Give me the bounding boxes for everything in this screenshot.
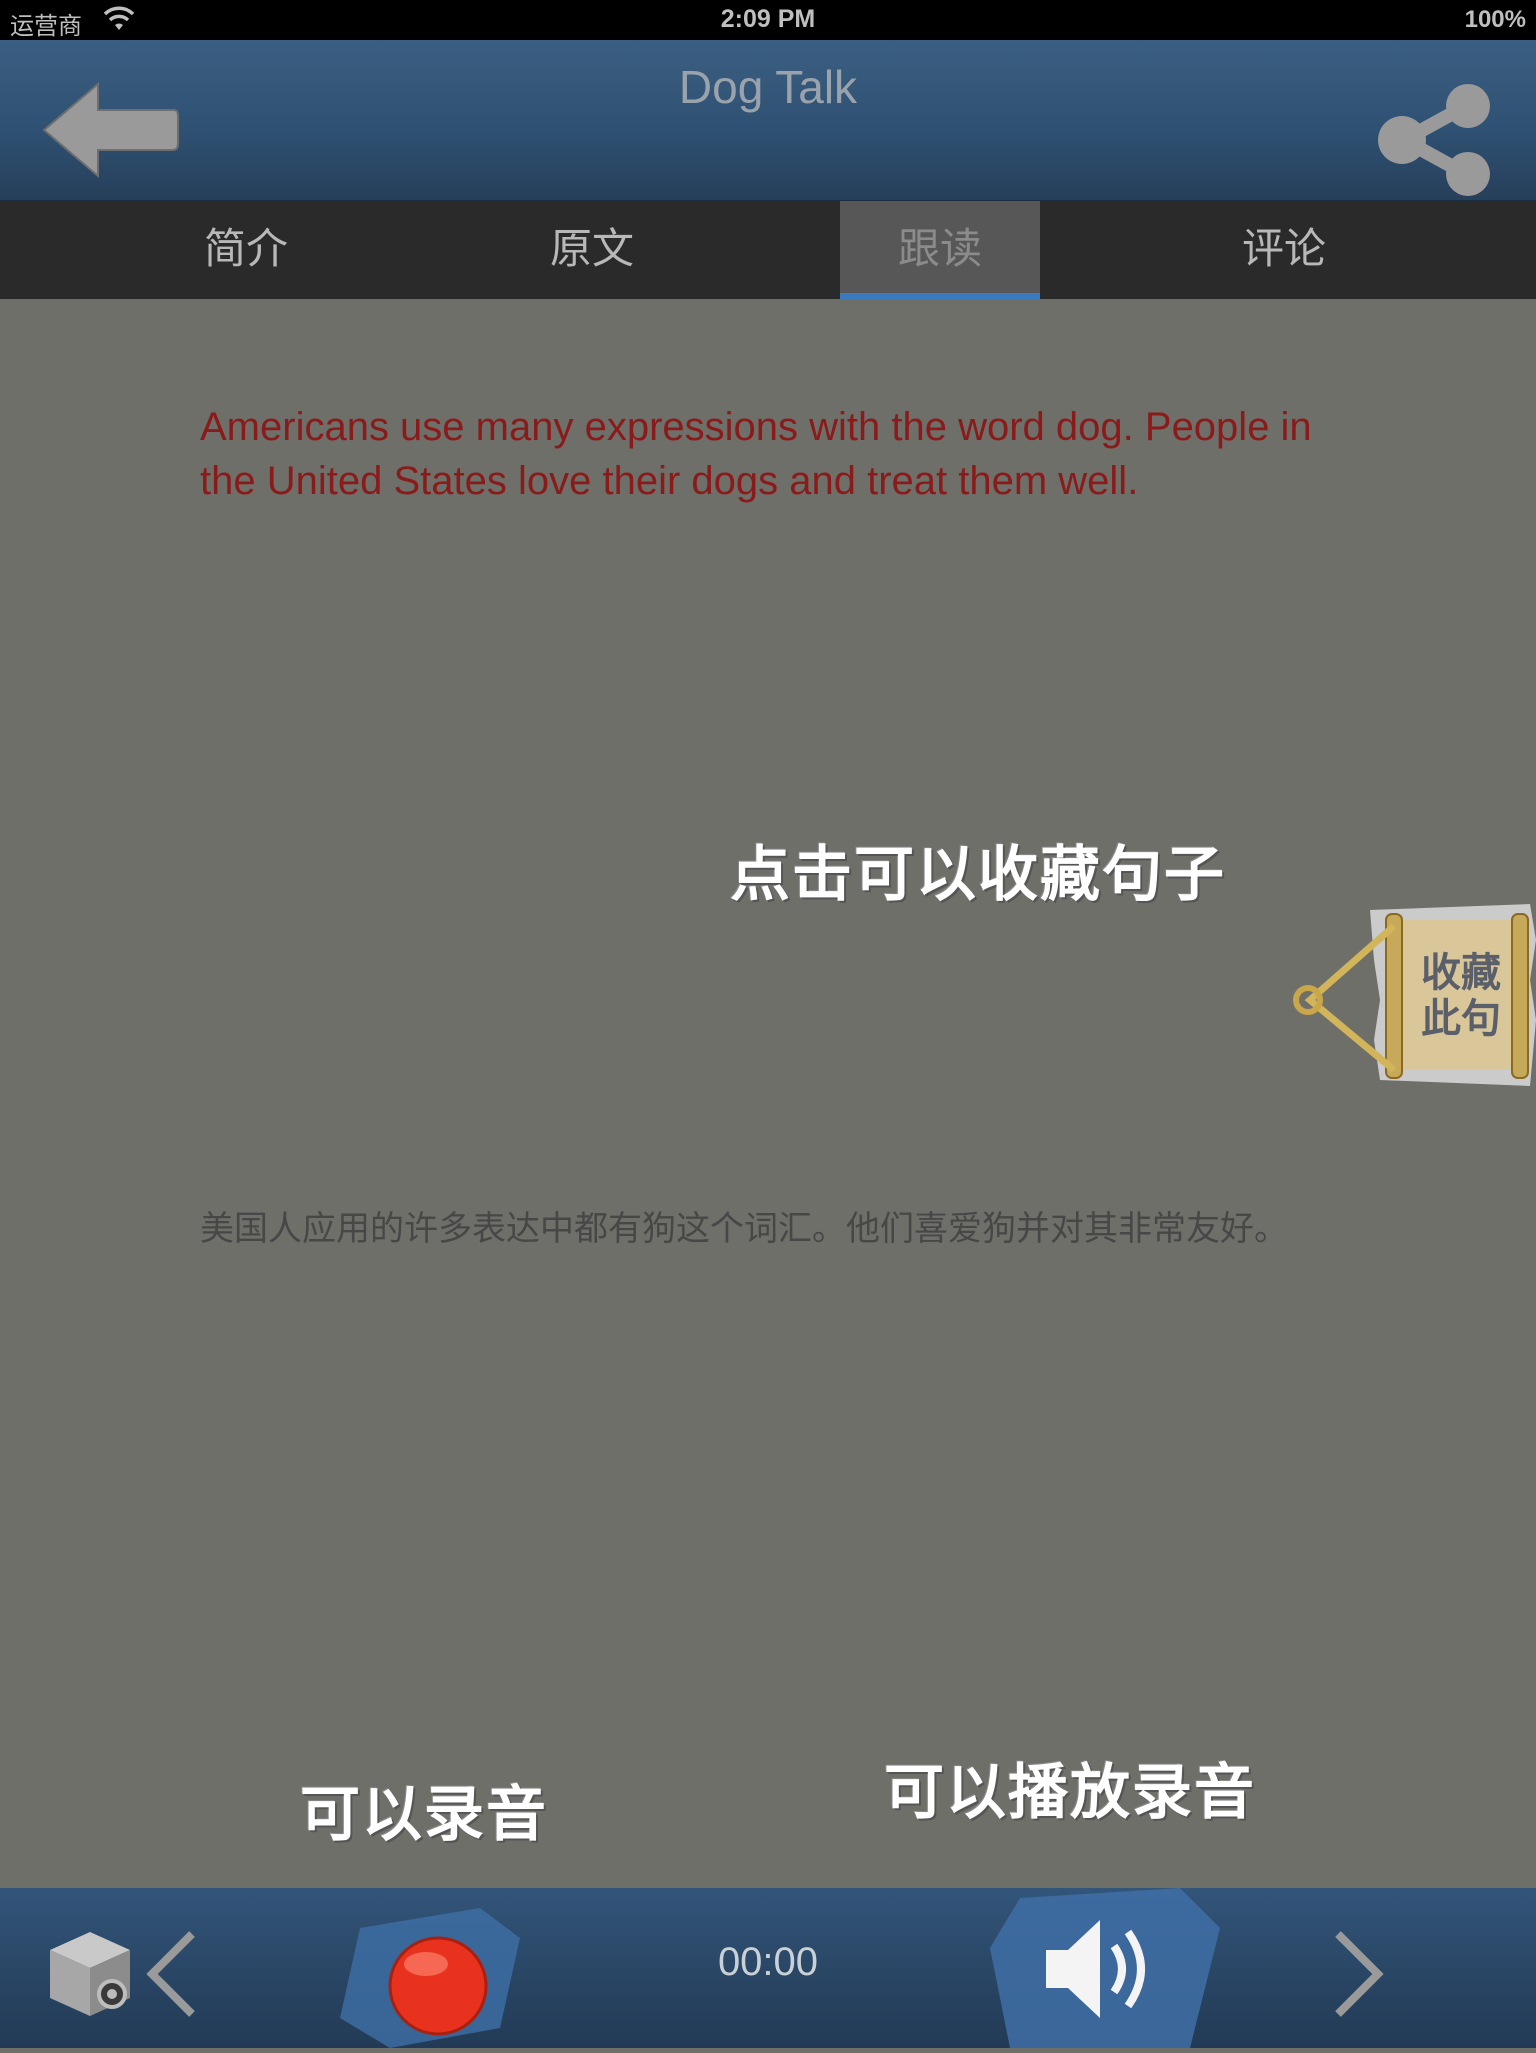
tab-intro[interactable]: 简介: [146, 201, 346, 299]
english-sentence[interactable]: Americans use many expressions with the …: [200, 400, 1360, 508]
favorite-label-line1: 收藏: [1421, 950, 1501, 996]
battery-level: 100%: [1464, 6, 1526, 33]
tab-bar: 简介 原文 跟读 评论: [0, 201, 1536, 299]
share-button[interactable]: [1374, 80, 1494, 200]
favorite-label-line2: 此句: [1421, 996, 1501, 1042]
play-hint: 可以播放录音: [884, 1758, 1256, 1828]
share-icon: [1378, 84, 1490, 196]
tab-read-along[interactable]: 跟读: [840, 201, 1040, 299]
favorite-hint: 点击可以收藏句子: [730, 840, 1226, 910]
status-bar: 运营商 2:09 PM 100%: [0, 0, 1536, 40]
bottom-toolbar: 00:00: [0, 1888, 1536, 2048]
tab-original-text[interactable]: 原文: [492, 201, 692, 299]
record-hint: 可以录音: [300, 1780, 548, 1850]
tab-comments[interactable]: 评论: [1184, 201, 1384, 299]
chinese-translation: 美国人应用的许多表达中都有狗这个词汇。他们喜爱狗并对其非常友好。: [200, 1210, 1288, 1248]
next-sentence-button[interactable]: [1330, 1918, 1390, 2028]
status-time: 2:09 PM: [720, 5, 816, 33]
speaker-icon: [990, 1888, 1220, 2048]
page-title: Dog Talk: [678, 61, 858, 113]
play-recording-button[interactable]: [990, 1888, 1220, 2048]
chevron-right-icon: [1335, 1931, 1384, 2017]
favorite-sentence-button[interactable]: 收藏 此句: [1290, 900, 1536, 1092]
nav-bar: Dog Talk: [0, 40, 1536, 202]
recording-timer: 00:00: [717, 1940, 819, 1984]
